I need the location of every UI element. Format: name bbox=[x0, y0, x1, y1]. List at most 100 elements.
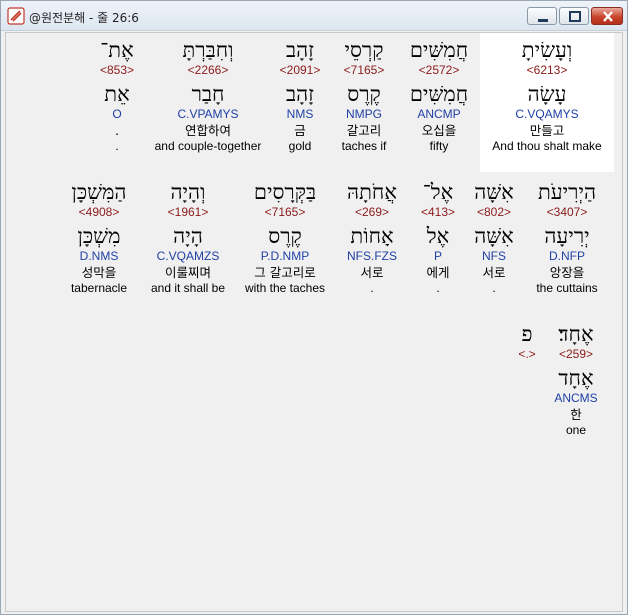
window-title: @원전분해 - 줄 26:6 bbox=[29, 11, 139, 25]
hebrew-word: אִשָּׁה bbox=[474, 180, 514, 204]
hebrew-lemma: קֶרֶס bbox=[347, 82, 381, 106]
word-card[interactable]: פ <.> bbox=[512, 317, 542, 361]
strong-number[interactable]: <1961> bbox=[142, 205, 234, 219]
word-card[interactable]: הַיְרִיעֹת <3407> יְרִיעָה D.NFP 앙장을 the… bbox=[526, 175, 608, 296]
korean-gloss: 연합하여 bbox=[184, 123, 231, 138]
english-gloss: fifty bbox=[429, 139, 449, 153]
strong-number[interactable]: <259> bbox=[544, 347, 608, 361]
word-card[interactable]: חֲמִשִּׁים <2572> חֲמִשִּׁים ANCMP 오십을 f… bbox=[400, 33, 478, 154]
hebrew-word: אֶת־ bbox=[100, 38, 134, 62]
morphology-code: C.VQAMYS bbox=[515, 107, 579, 121]
strong-number[interactable]: <3407> bbox=[526, 205, 608, 219]
korean-gloss: 서로 bbox=[360, 265, 384, 280]
word-card[interactable]: בַּקְּרָסִים <7165> קֶרֶס P.D.NMP 그 갈고리로… bbox=[238, 175, 332, 296]
hebrew-lemma: אָחוֹת bbox=[350, 224, 394, 248]
strong-number[interactable]: <2572> bbox=[400, 63, 478, 77]
word-card[interactable]: אִשָּׁה <802> אִשָּׁה NFS 서로 . bbox=[466, 175, 522, 296]
korean-gloss: 금 bbox=[294, 123, 306, 138]
close-button[interactable] bbox=[591, 7, 623, 25]
word-card[interactable]: וְהָיָה <1961> הָיָה C.VQAMZS 이룰찌며 and i… bbox=[142, 175, 234, 296]
hebrew-lemma: אֶחָד bbox=[558, 366, 594, 390]
hebrew-word: פ bbox=[521, 322, 533, 346]
english-gloss: tabernacle bbox=[70, 281, 128, 295]
morphology-code: ANCMS bbox=[554, 391, 598, 405]
morphology-code: P.D.NMP bbox=[260, 249, 310, 263]
app-icon bbox=[7, 7, 25, 25]
strong-number[interactable]: <7165> bbox=[238, 205, 332, 219]
hebrew-lemma: קֶרֶס bbox=[268, 224, 302, 248]
english-gloss: taches if bbox=[341, 139, 387, 153]
strong-number[interactable]: <413> bbox=[412, 205, 464, 219]
morphology-code: NMPG bbox=[346, 107, 382, 121]
korean-gloss: 갈고리 bbox=[346, 123, 382, 138]
word-card[interactable]: אֶת־ <853> אֵת O . . bbox=[90, 33, 144, 154]
morphology-code: D.NFP bbox=[549, 249, 585, 263]
korean-gloss: 서로 bbox=[482, 265, 506, 280]
korean-gloss: 이룰찌며 bbox=[164, 265, 211, 280]
strong-number[interactable]: <2266> bbox=[146, 63, 270, 77]
korean-gloss: 만들고 bbox=[529, 123, 565, 138]
korean-gloss: 성막을 bbox=[81, 265, 117, 280]
strong-number[interactable]: <6213> bbox=[480, 63, 614, 77]
strong-number[interactable]: <7165> bbox=[330, 63, 398, 77]
word-card[interactable]: אֶל־ <413> אֶל P 에게 . bbox=[412, 175, 464, 296]
korean-gloss: 에게 bbox=[426, 265, 450, 280]
hebrew-word: קַרְסֵי bbox=[344, 38, 384, 62]
hebrew-lemma: חָבַר bbox=[191, 82, 225, 106]
english-gloss: gold bbox=[288, 139, 312, 153]
hebrew-word: אֶל־ bbox=[422, 180, 454, 204]
english-gloss: . bbox=[115, 139, 119, 153]
morphology-code: C.VPAMYS bbox=[177, 107, 239, 121]
strong-number[interactable]: <.> bbox=[512, 347, 542, 361]
hebrew-word: אֲחֹתָהּ bbox=[347, 180, 397, 204]
english-gloss: and couple-together bbox=[154, 139, 262, 153]
verse-breakdown-panel: וְעָשִׂיתָ <6213> עָשָׂה C.VQAMYS 만들고 An… bbox=[5, 32, 623, 612]
hebrew-lemma: אֶל bbox=[426, 224, 450, 248]
morphology-code: NFS bbox=[482, 249, 506, 263]
strong-number[interactable]: <2091> bbox=[272, 63, 328, 77]
strong-number[interactable]: <802> bbox=[466, 205, 522, 219]
hebrew-word: חֲמִשִּׁים bbox=[409, 38, 469, 62]
hebrew-lemma: חֲמִשִּׁים bbox=[409, 82, 469, 106]
english-gloss: the cuttains bbox=[536, 281, 598, 295]
word-card[interactable]: הַמִּשְׁכָּן <4908> מִשְׁכָּן D.NMS 성막을 … bbox=[60, 175, 138, 296]
korean-gloss: 그 갈고리로 bbox=[254, 265, 316, 280]
korean-gloss: 한 bbox=[570, 407, 582, 422]
word-card[interactable]: וְעָשִׂיתָ <6213> עָשָׂה C.VQAMYS 만들고 An… bbox=[480, 33, 614, 172]
hebrew-word: הַיְרִיעֹת bbox=[537, 180, 597, 204]
word-card[interactable]: אֲחֹתָהּ <269> אָחוֹת NFS.FZS 서로 . bbox=[336, 175, 408, 296]
hebrew-lemma: מִשְׁכָּן bbox=[77, 224, 121, 248]
morphology-code: D.NMS bbox=[79, 249, 119, 263]
word-card[interactable]: אֶחָד׃ <259> אֶחָד ANCMS 한 one bbox=[544, 317, 608, 438]
word-card[interactable]: קַרְסֵי <7165> קֶרֶס NMPG 갈고리 taches if bbox=[330, 33, 398, 154]
korean-gloss: 오십을 bbox=[421, 123, 457, 138]
morphology-code: O bbox=[112, 107, 122, 121]
minimize-button[interactable] bbox=[527, 7, 557, 25]
strong-number[interactable]: <853> bbox=[90, 63, 144, 77]
english-gloss: . bbox=[492, 281, 496, 295]
hebrew-lemma: יְרִיעָה bbox=[544, 224, 590, 248]
hebrew-lemma: אִשָּׁה bbox=[474, 224, 514, 248]
english-gloss: one bbox=[565, 423, 587, 437]
maximize-button[interactable] bbox=[559, 7, 589, 25]
morphology-code: P bbox=[433, 249, 442, 263]
hebrew-lemma: אֵת bbox=[104, 82, 130, 106]
morphology-code: NFS.FZS bbox=[347, 249, 397, 263]
hebrew-word: בַּקְּרָסִים bbox=[253, 180, 317, 204]
english-gloss: and it shall be bbox=[150, 281, 226, 295]
english-gloss: . bbox=[436, 281, 440, 295]
hebrew-word: וְעָשִׂיתָ bbox=[521, 38, 573, 62]
strong-number[interactable]: <4908> bbox=[60, 205, 138, 219]
english-gloss: And thou shalt make bbox=[492, 139, 602, 153]
title-bar[interactable]: @원전분해 - 줄 26:6 bbox=[1, 1, 627, 31]
word-card[interactable]: וְחִבַּרְתָּ <2266> חָבַר C.VPAMYS 연합하여 … bbox=[146, 33, 270, 154]
hebrew-word: הַמִּשְׁכָּן bbox=[71, 180, 127, 204]
hebrew-word: וְחִבַּרְתָּ bbox=[182, 38, 234, 62]
hebrew-word: וְהָיָה bbox=[170, 180, 206, 204]
strong-number[interactable]: <269> bbox=[336, 205, 408, 219]
english-gloss: with the taches bbox=[244, 281, 326, 295]
word-card[interactable]: זָהָב <2091> זָהָב NMS 금 gold bbox=[272, 33, 328, 154]
morphology-code: C.VQAMZS bbox=[156, 249, 220, 263]
korean-gloss: . bbox=[115, 123, 119, 138]
english-gloss: . bbox=[370, 281, 374, 295]
